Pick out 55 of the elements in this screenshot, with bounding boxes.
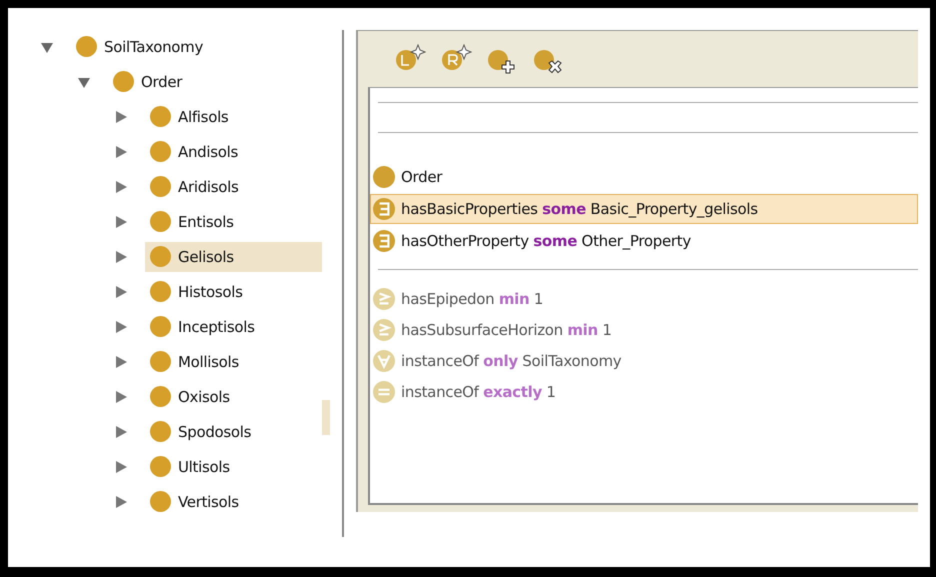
expand-triangle-icon[interactable] xyxy=(114,390,128,404)
tree-item[interactable]: Ultisols xyxy=(145,452,242,482)
tree-item[interactable]: SoilTaxonomy xyxy=(71,32,216,62)
class-icon xyxy=(113,71,134,92)
expand-triangle-icon[interactable] xyxy=(114,250,128,264)
restriction-icon xyxy=(373,198,395,220)
tree-item[interactable]: Entisols xyxy=(145,206,246,236)
tree-item[interactable]: Alfisols xyxy=(145,102,240,132)
restriction-icon xyxy=(373,319,395,341)
axiom-row[interactable]: instanceOf exactly 1 xyxy=(370,377,918,407)
tree-item[interactable]: Order xyxy=(108,66,194,96)
class-icon xyxy=(150,421,171,442)
class-icon xyxy=(150,316,171,337)
expand-triangle-icon[interactable] xyxy=(114,354,128,368)
expand-triangle-icon[interactable] xyxy=(114,144,128,158)
tree-item[interactable]: Spodosols xyxy=(145,416,264,446)
class-icon xyxy=(150,351,171,372)
class-icon xyxy=(150,386,171,407)
tree-item[interactable]: Gelisols xyxy=(145,242,322,272)
class-icon xyxy=(150,106,171,127)
class-icon xyxy=(150,211,171,232)
expand-triangle-icon[interactable] xyxy=(114,494,128,508)
expand-triangle-icon[interactable] xyxy=(114,460,128,474)
class-icon xyxy=(150,141,171,162)
tree-item[interactable]: Vertisols xyxy=(145,486,251,516)
class-icon xyxy=(373,166,395,188)
tree-item[interactable]: Aridisols xyxy=(145,172,251,202)
restriction-icon xyxy=(373,350,395,372)
expand-triangle-icon[interactable] xyxy=(114,180,128,194)
class-icon xyxy=(150,456,171,477)
axiom-row[interactable]: Order xyxy=(370,162,918,192)
axiom-row[interactable]: hasSubsurfaceHorizon min 1 xyxy=(370,315,918,345)
axiom-row[interactable]: hasEpipedon min 1 xyxy=(370,284,918,314)
axiom-row[interactable]: hasOtherProperty some Other_Property xyxy=(370,226,918,256)
class-icon xyxy=(150,176,171,197)
expand-triangle-icon[interactable] xyxy=(114,214,128,228)
tree-item[interactable]: Inceptisols xyxy=(145,312,267,342)
axiom-row[interactable]: instanceOf only SoilTaxonomy xyxy=(370,346,918,376)
axiom-row[interactable]: hasBasicProperties some Basic_Property_gelisols xyxy=(370,194,918,224)
restriction-icon xyxy=(373,381,395,403)
expand-triangle-icon[interactable] xyxy=(114,424,128,438)
tree-item[interactable]: Mollisols xyxy=(145,346,251,376)
restriction-icon xyxy=(373,288,395,310)
restriction-icon xyxy=(373,230,395,252)
class-icon xyxy=(150,281,171,302)
expand-triangle-icon[interactable] xyxy=(114,110,128,124)
class-icon xyxy=(150,491,171,512)
tree-item[interactable]: Histosols xyxy=(145,276,255,306)
tree-item[interactable]: Oxisols xyxy=(145,382,242,412)
splitter-handle[interactable] xyxy=(322,400,330,435)
class-icon xyxy=(76,36,97,57)
expand-triangle-icon[interactable] xyxy=(114,320,128,334)
expand-triangle-icon[interactable] xyxy=(114,284,128,298)
tree-item[interactable]: Andisols xyxy=(145,136,250,166)
class-icon xyxy=(150,246,171,267)
